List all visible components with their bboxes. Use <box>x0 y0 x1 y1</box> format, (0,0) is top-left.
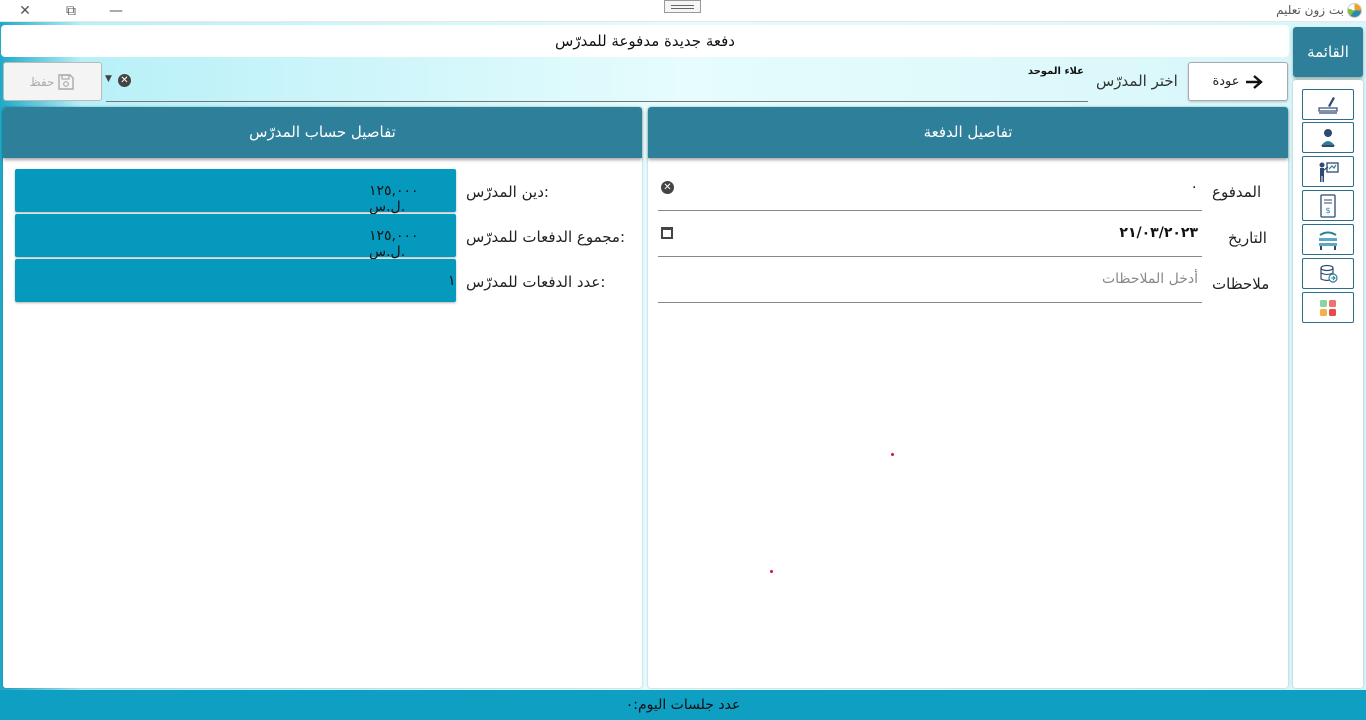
clear-paid-icon[interactable]: ✕ <box>661 181 674 194</box>
database-icon <box>1320 264 1338 283</box>
paid-label: المدفوع <box>1212 183 1262 201</box>
back-label: عودة <box>1212 74 1240 89</box>
teacher-debt-value: ١٢٥,٠٠٠ ل.س. <box>369 183 419 215</box>
sidebar-item-invoices[interactable]: $ <box>1302 190 1354 221</box>
teacher-account-panel: تفاصيل حساب المدرّس ١٢٥,٠٠٠ ل.س. دين الم… <box>3 107 642 688</box>
student-icon <box>1321 128 1335 147</box>
dropdown-arrow-icon[interactable]: ▼ <box>105 74 112 84</box>
teacher-board-icon <box>1319 161 1339 182</box>
sidebar-item-teacher-writing[interactable] <box>1302 89 1354 120</box>
classroom-icon <box>1319 231 1337 250</box>
payments-count-box: ١ <box>15 259 456 302</box>
red-dot <box>770 570 773 573</box>
teacher-account-header: تفاصيل حساب المدرّس <box>3 107 642 158</box>
back-button[interactable]: عودة <box>1188 62 1288 101</box>
red-dot <box>891 453 894 456</box>
teacher-select[interactable]: علاء الموحد ✕ ▼ <box>105 62 1088 102</box>
notes-field[interactable]: أدخل الملاحظات <box>658 257 1202 303</box>
teacher-debt-box: ١٢٥,٠٠٠ ل.س. <box>15 169 456 215</box>
date-value: ٢١/٠٣/٢٠٢٣ <box>1119 225 1198 241</box>
drag-handle[interactable] <box>664 0 701 13</box>
clear-icon[interactable]: ✕ <box>118 74 131 87</box>
sidebar: $ <box>1293 80 1363 688</box>
save-label: حفظ <box>29 74 55 89</box>
save-icon <box>58 73 75 90</box>
teacher-select-label: اختر المدرّس <box>1096 72 1178 90</box>
paid-field[interactable]: ٠ ✕ <box>658 165 1202 211</box>
sidebar-item-teachers[interactable] <box>1302 156 1354 187</box>
close-icon[interactable]: ✕ <box>10 2 40 20</box>
sidebar-item-students[interactable] <box>1302 122 1354 153</box>
teacher-debt-label: دين المدرّس: <box>466 183 549 201</box>
sidebar-item-classroom[interactable] <box>1302 224 1354 255</box>
invoice-icon: $ <box>1320 193 1336 218</box>
restore-icon[interactable]: ⧉ <box>56 2 86 20</box>
sidebar-item-database[interactable] <box>1302 258 1354 289</box>
paid-value: ٠ <box>1190 179 1198 195</box>
payments-total-box: ١٢٥,٠٠٠ ل.س. <box>15 214 456 260</box>
apps-grid-icon <box>1320 299 1336 316</box>
teacher-writing-icon <box>1318 96 1338 114</box>
save-button[interactable]: حفظ <box>3 62 102 101</box>
date-field[interactable]: ٢١/٠٣/٢٠٢٣ <box>658 211 1202 257</box>
app-title: بت زون تعليم <box>1276 3 1344 17</box>
notes-placeholder: أدخل الملاحظات <box>1101 271 1198 287</box>
teacher-select-value: علاء الموحد <box>1027 66 1084 77</box>
arrow-right-icon <box>1245 74 1263 89</box>
svg-text:$: $ <box>1325 206 1330 215</box>
date-label: التاريخ <box>1228 229 1267 247</box>
payments-total-label: مجموع الدفعات للمدرّس: <box>466 228 626 246</box>
status-bar: عدد جلسات اليوم:٠ <box>0 690 1366 720</box>
page-title: دفعة جديدة مدفوعة للمدرّس <box>1 25 1289 57</box>
payments-total-value: ١٢٥,٠٠٠ ل.س. <box>369 228 419 260</box>
payments-count-value: ١ <box>448 273 456 289</box>
payment-details-panel: تفاصيل الدفعة المدفوع ٠ ✕ التاريخ ٢١/٠٣/… <box>648 107 1288 688</box>
payments-count-label: عدد الدفعات للمدرّس: <box>466 273 606 291</box>
app-logo-icon <box>1347 3 1362 18</box>
menu-button[interactable]: القائمة <box>1293 27 1363 77</box>
minimize-icon[interactable]: — <box>101 2 131 20</box>
sidebar-item-apps[interactable] <box>1302 292 1354 323</box>
payment-details-header: تفاصيل الدفعة <box>648 107 1288 158</box>
notes-label: ملاحظات <box>1212 275 1270 293</box>
calendar-icon[interactable] <box>661 227 673 239</box>
title-bar: ✕ ⧉ — بت زون تعليم <box>0 0 1366 22</box>
